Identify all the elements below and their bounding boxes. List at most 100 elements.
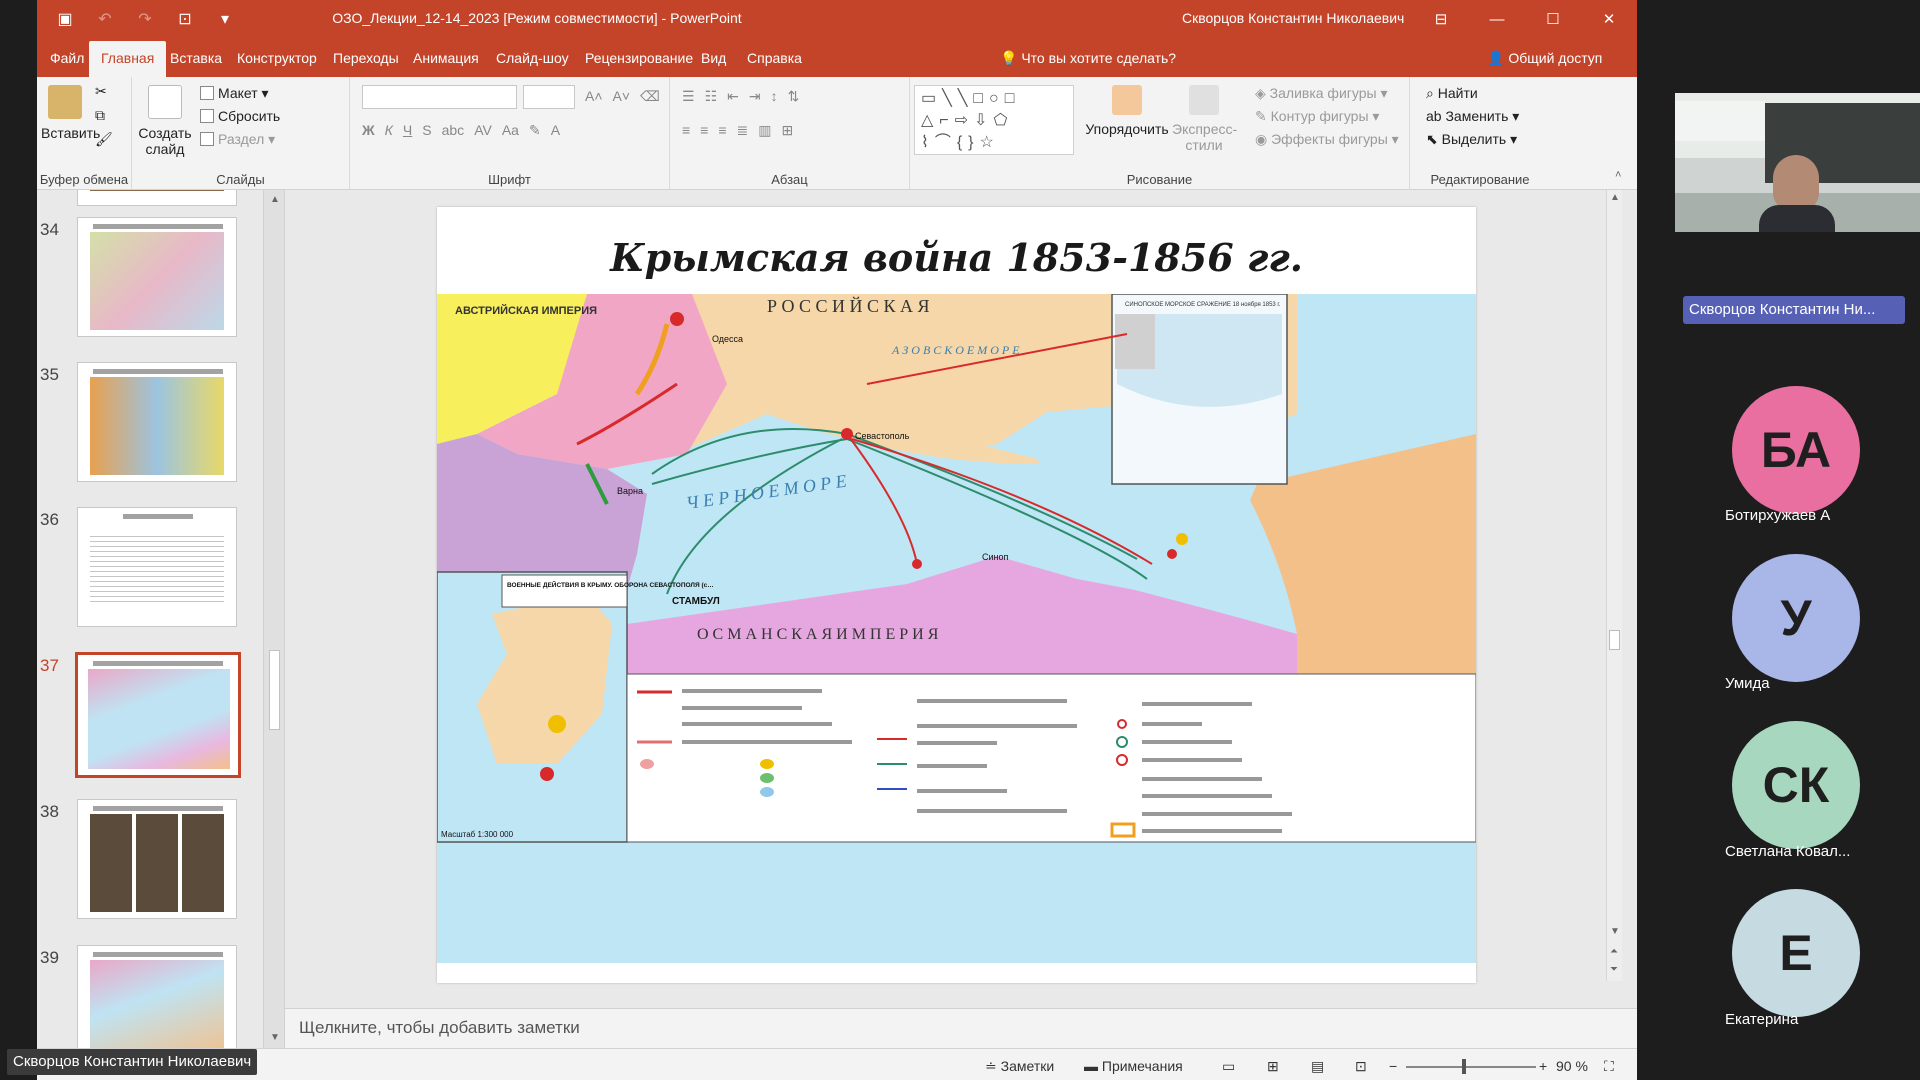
tell-me-search[interactable]: 💡 Что вы хотите сделать? bbox=[1000, 50, 1176, 67]
find-button[interactable]: ⌕ Найти bbox=[1426, 85, 1478, 102]
section-button[interactable]: Раздел ▾ bbox=[200, 131, 275, 148]
align-center-icon[interactable]: ≡ bbox=[700, 122, 708, 139]
share-button[interactable]: 👤 Общий доступ bbox=[1487, 50, 1602, 67]
scroll-up-icon[interactable]: ▲ bbox=[1610, 192, 1620, 203]
slide-thumbnail-37[interactable] bbox=[75, 652, 241, 778]
scrollbar-thumb[interactable] bbox=[1609, 630, 1620, 650]
tab-design[interactable]: Конструктор bbox=[237, 50, 317, 66]
tab-animations[interactable]: Анимация bbox=[413, 50, 479, 66]
italic-button[interactable]: К bbox=[385, 122, 393, 139]
zoom-out-icon[interactable]: − bbox=[1389, 1058, 1397, 1074]
layout-button[interactable]: Макет ▾ bbox=[200, 85, 269, 102]
columns-icon[interactable]: ▥ bbox=[758, 122, 771, 139]
participant-avatar[interactable]: Е bbox=[1732, 889, 1860, 1017]
shape-effects-button[interactable]: ◉ Эффекты фигуры ▾ bbox=[1255, 131, 1399, 148]
shrink-font-icon[interactable]: A˅ bbox=[613, 88, 631, 105]
next-slide-icon[interactable]: ⏷ bbox=[1610, 964, 1618, 975]
maximize-button[interactable]: ☐ bbox=[1525, 0, 1581, 39]
select-button[interactable]: ⬉ Выделить ▾ bbox=[1426, 131, 1517, 148]
bold-button[interactable]: Ж bbox=[362, 122, 375, 139]
format-painter-icon[interactable]: 🖌 bbox=[95, 131, 113, 148]
scrollbar-thumb[interactable] bbox=[269, 650, 280, 730]
account-name[interactable]: Скворцов Константин Николаевич bbox=[1182, 10, 1404, 26]
scroll-down-icon[interactable]: ▼ bbox=[1610, 926, 1620, 937]
fit-to-window-icon[interactable]: ⛶ bbox=[1604, 1058, 1614, 1075]
line-spacing-icon[interactable]: ↕ bbox=[771, 88, 778, 105]
reset-button[interactable]: Сбросить bbox=[200, 108, 280, 124]
slide-thumbnail-39[interactable] bbox=[77, 945, 237, 1048]
notes-toggle-button[interactable]: ≐ Заметки bbox=[985, 1058, 1054, 1075]
char-spacing-icon[interactable]: AV bbox=[474, 122, 492, 139]
tab-file[interactable]: Файл bbox=[50, 50, 84, 66]
shape-outline-button[interactable]: ✎ Контур фигуры ▾ bbox=[1255, 108, 1379, 125]
align-left-icon[interactable]: ≡ bbox=[682, 122, 690, 139]
zoom-slider-handle[interactable] bbox=[1462, 1059, 1466, 1074]
tab-help[interactable]: Справка bbox=[747, 50, 802, 66]
text-direction-icon[interactable]: ⇅ bbox=[788, 88, 800, 105]
paste-button[interactable]: Вставить bbox=[41, 85, 100, 141]
align-text-icon[interactable]: ⊞ bbox=[781, 122, 793, 139]
tab-review[interactable]: Рецензирование bbox=[585, 50, 693, 66]
slide-thumbnail-38[interactable] bbox=[77, 799, 237, 919]
numbering-icon[interactable]: ☷ bbox=[705, 88, 718, 105]
reading-view-icon[interactable]: ▤ bbox=[1311, 1058, 1324, 1075]
group-label-clipboard: Буфер обмена bbox=[39, 172, 129, 187]
participant-avatar[interactable]: СК bbox=[1732, 721, 1860, 849]
clear-format-icon[interactable]: ⌫ bbox=[640, 88, 660, 105]
tab-insert[interactable]: Вставка bbox=[170, 50, 222, 66]
scroll-down-icon[interactable]: ▼ bbox=[270, 1032, 280, 1043]
ribbon-display-icon[interactable]: ⊟ bbox=[1413, 0, 1469, 39]
participant-avatar[interactable]: БА bbox=[1732, 386, 1860, 514]
slide-thumbnail-36[interactable] bbox=[77, 507, 237, 627]
minimize-button[interactable]: — bbox=[1469, 0, 1525, 39]
new-slide-button[interactable]: Создать слайд bbox=[137, 85, 193, 157]
thumbnail-scrollbar[interactable]: ▲ ▼ bbox=[263, 190, 284, 1048]
shapes-gallery[interactable]: ▭╲╲□○□ △⌐⇨⇩⬠ ⌇⌒{}☆ bbox=[914, 85, 1074, 155]
tab-home[interactable]: Главная bbox=[89, 41, 167, 77]
zoom-level[interactable]: 90 % bbox=[1556, 1058, 1588, 1074]
shadow-button[interactable]: S bbox=[422, 122, 431, 139]
slide-sorter-icon[interactable]: ⊞ bbox=[1267, 1058, 1279, 1075]
grow-font-icon[interactable]: A˄ bbox=[585, 88, 603, 105]
previous-slide-icon[interactable]: ⏶ bbox=[1610, 946, 1618, 957]
justify-icon[interactable]: ≣ bbox=[737, 122, 749, 139]
editor-scrollbar[interactable]: ▲ ▼ ⏶ ⏷ bbox=[1606, 190, 1622, 981]
arrange-button[interactable]: Упорядочить bbox=[1082, 85, 1172, 137]
collapse-ribbon-icon[interactable]: ˄ bbox=[1615, 169, 1621, 181]
slide-thumbnail-35[interactable] bbox=[77, 362, 237, 482]
scroll-up-icon[interactable]: ▲ bbox=[270, 194, 280, 205]
current-slide[interactable]: Крымская война 1853-1856 гг. Ч Е Р Н О Е… bbox=[437, 207, 1476, 983]
participant-avatar[interactable]: У bbox=[1732, 554, 1860, 682]
bullets-icon[interactable]: ☰ bbox=[682, 88, 695, 105]
font-color-icon[interactable]: A bbox=[551, 122, 560, 139]
decrease-indent-icon[interactable]: ⇤ bbox=[727, 88, 739, 105]
change-case-icon[interactable]: Aa bbox=[502, 122, 519, 139]
strikethrough-icon[interactable]: abc bbox=[442, 122, 465, 139]
slide-thumbnail-34[interactable] bbox=[77, 217, 237, 337]
crimean-war-map[interactable]: Ч Е Р Н О Е М О Р Е А З О В С К О Е М О … bbox=[437, 294, 1476, 963]
zoom-in-icon[interactable]: + bbox=[1539, 1058, 1547, 1074]
shape-effects-label: Эффекты фигуры bbox=[1271, 131, 1388, 147]
replace-button[interactable]: ab Заменить ▾ bbox=[1426, 108, 1519, 125]
normal-view-icon[interactable]: ▭ bbox=[1222, 1058, 1235, 1075]
tab-transitions[interactable]: Переходы bbox=[333, 50, 399, 66]
font-size-field[interactable] bbox=[523, 85, 575, 109]
comments-button[interactable]: ▬ Примечания bbox=[1084, 1058, 1183, 1074]
shape-fill-button[interactable]: ◈ Заливка фигуры ▾ bbox=[1255, 85, 1388, 102]
slide-title[interactable]: Крымская война 1853-1856 гг. bbox=[437, 235, 1476, 280]
copy-icon[interactable]: ⧉ bbox=[95, 107, 105, 124]
close-button[interactable]: ✕ bbox=[1581, 0, 1637, 39]
font-name-field[interactable] bbox=[362, 85, 517, 109]
increase-indent-icon[interactable]: ⇥ bbox=[749, 88, 761, 105]
align-right-icon[interactable]: ≡ bbox=[718, 122, 726, 139]
quick-styles-button[interactable]: Экспресс- стили bbox=[1172, 85, 1237, 153]
highlight-icon[interactable]: ✎ bbox=[529, 122, 541, 139]
notes-pane[interactable]: Щелкните, чтобы добавить заметки bbox=[285, 1008, 1637, 1048]
cut-icon[interactable]: ✂ bbox=[95, 83, 107, 100]
tab-slideshow[interactable]: Слайд-шоу bbox=[496, 50, 569, 66]
underline-button[interactable]: Ч bbox=[403, 122, 412, 139]
slide-thumbnail-33[interactable] bbox=[77, 190, 237, 206]
tab-view[interactable]: Вид bbox=[701, 50, 726, 66]
slideshow-view-icon[interactable]: ⊡ bbox=[1355, 1058, 1367, 1075]
zoom-slider[interactable] bbox=[1406, 1066, 1536, 1068]
